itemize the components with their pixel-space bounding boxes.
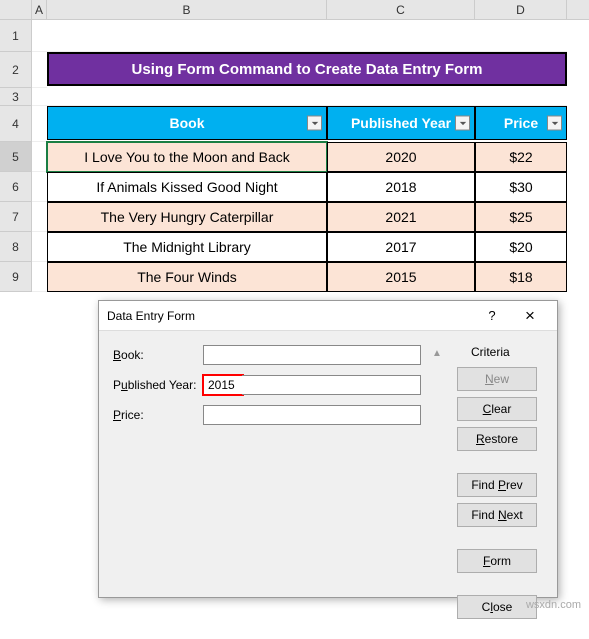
table-cell-price[interactable]: $20 <box>475 232 567 262</box>
row-header-6[interactable]: 6 <box>0 172 32 202</box>
dialog-title: Data Entry Form <box>107 309 473 323</box>
col-header-c[interactable]: C <box>327 0 475 19</box>
cell[interactable] <box>475 88 567 106</box>
cell[interactable] <box>47 20 327 52</box>
price-input[interactable] <box>203 405 421 425</box>
close-icon[interactable]: × <box>511 306 549 326</box>
cell[interactable] <box>32 88 47 106</box>
table-cell-price[interactable]: $30 <box>475 172 567 202</box>
cell[interactable] <box>32 262 47 292</box>
table-header-book[interactable]: Book <box>47 106 327 140</box>
dialog-button-column: Criteria New Clear Restore Find Prev Fin… <box>457 345 543 625</box>
table-cell-book[interactable]: If Animals Kissed Good Night <box>47 172 327 202</box>
col-header-d[interactable]: D <box>475 0 567 19</box>
table-cell-price[interactable]: $25 <box>475 202 567 232</box>
year-input[interactable] <box>203 375 243 395</box>
spreadsheet-grid: A B C D 1 2 Using Form Command to Create… <box>0 0 589 292</box>
table-cell-year[interactable]: 2020 <box>327 142 475 172</box>
cell[interactable] <box>32 52 47 88</box>
cell[interactable] <box>475 20 567 52</box>
clear-button[interactable]: Clear <box>457 397 537 421</box>
cell[interactable] <box>32 172 47 202</box>
find-prev-button[interactable]: Find Prev <box>457 473 537 497</box>
row-header-7[interactable]: 7 <box>0 202 32 232</box>
row-header-1[interactable]: 1 <box>0 20 32 52</box>
page-title: Using Form Command to Create Data Entry … <box>47 52 567 86</box>
table-cell-book[interactable]: I Love You to the Moon and Back <box>47 142 327 172</box>
filter-dropdown-icon[interactable] <box>307 116 322 131</box>
row-header-8[interactable]: 8 <box>0 232 32 262</box>
table-cell-book[interactable]: The Midnight Library <box>47 232 327 262</box>
table-cell-book[interactable]: The Very Hungry Caterpillar <box>47 202 327 232</box>
form-fields: Book: Published Year: Price: <box>113 345 421 625</box>
filter-dropdown-icon[interactable] <box>547 116 562 131</box>
table-cell-year[interactable]: 2017 <box>327 232 475 262</box>
cell[interactable] <box>32 232 47 262</box>
new-button[interactable]: New <box>457 367 537 391</box>
select-all-corner[interactable] <box>0 0 32 19</box>
help-button[interactable]: ? <box>473 308 511 323</box>
table-header-year[interactable]: Published Year <box>327 106 475 140</box>
col-header-a[interactable]: A <box>32 0 47 19</box>
cell[interactable] <box>47 88 327 106</box>
criteria-label: Criteria <box>457 345 543 359</box>
table-cell-price[interactable]: $22 <box>475 142 567 172</box>
book-label: Book: <box>113 348 203 362</box>
filter-dropdown-icon[interactable] <box>455 116 470 131</box>
cell[interactable] <box>32 20 47 52</box>
table-cell-price[interactable]: $18 <box>475 262 567 292</box>
row-header-4[interactable]: 4 <box>0 106 32 142</box>
cell[interactable] <box>327 20 475 52</box>
table-cell-book[interactable]: The Four Winds <box>47 262 327 292</box>
cell[interactable] <box>32 142 47 172</box>
table-header-price[interactable]: Price <box>475 106 567 140</box>
year-label: Published Year: <box>113 378 203 392</box>
book-input[interactable] <box>203 345 421 365</box>
watermark: wsxdn.com <box>526 599 581 611</box>
table-cell-year[interactable]: 2021 <box>327 202 475 232</box>
row-header-2[interactable]: 2 <box>0 52 32 88</box>
cell[interactable] <box>32 202 47 232</box>
find-next-button[interactable]: Find Next <box>457 503 537 527</box>
row-header-5[interactable]: 5 <box>0 142 32 172</box>
row-header-9[interactable]: 9 <box>0 262 32 292</box>
scroll-up-icon[interactable]: ▲ <box>429 345 445 361</box>
price-label: Price: <box>113 408 203 422</box>
row-header-3[interactable]: 3 <box>0 88 32 106</box>
table-cell-year[interactable]: 2018 <box>327 172 475 202</box>
dialog-titlebar[interactable]: Data Entry Form ? × <box>99 301 557 331</box>
restore-button[interactable]: Restore <box>457 427 537 451</box>
column-headers: A B C D <box>0 0 589 20</box>
form-button[interactable]: Form <box>457 549 537 573</box>
cell[interactable] <box>327 88 475 106</box>
year-input-ext[interactable] <box>242 375 421 395</box>
cell[interactable] <box>32 106 47 142</box>
data-entry-form-dialog: Data Entry Form ? × Book: Published Year… <box>98 300 558 598</box>
table-cell-year[interactable]: 2015 <box>327 262 475 292</box>
col-header-b[interactable]: B <box>47 0 327 19</box>
record-scrollbar[interactable]: ▲ <box>427 345 447 625</box>
